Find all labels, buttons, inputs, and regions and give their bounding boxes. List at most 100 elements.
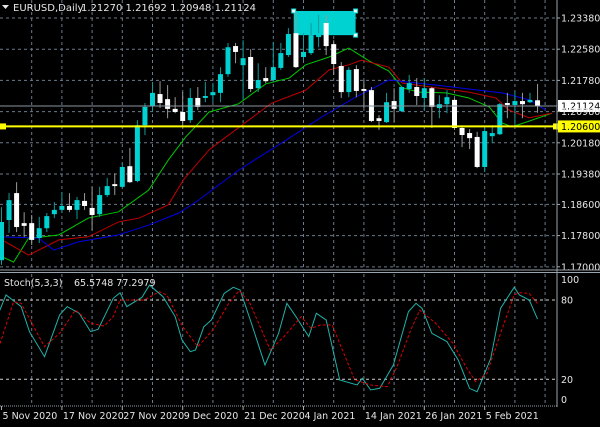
stochastic-window: [0, 284, 557, 393]
bull-candle: [497, 103, 503, 135]
trading-chart[interactable]: 1.211241.20600 1.23380 1.22580 1.21780 1.20…: [0, 0, 600, 427]
candle-body: [376, 118, 382, 121]
time-tick-label: 27 Nov 2020: [123, 411, 184, 422]
candle-body: [519, 101, 525, 105]
bull-candle: [270, 42, 276, 82]
candle-body: [157, 94, 163, 104]
bull-candle: [142, 103, 148, 135]
candle-body: [36, 228, 42, 238]
symbol-timeframe: EURUSD,Daily: [13, 3, 84, 14]
price-tick-label: 1.18600: [561, 200, 600, 211]
bear-candle: [14, 182, 20, 233]
candle-body: [384, 102, 390, 123]
bull-candle: [202, 81, 208, 103]
candle-body: [14, 193, 20, 228]
candle-body: [421, 88, 427, 98]
candle-body: [0, 221, 4, 261]
candle-body: [233, 46, 239, 52]
candle-body: [127, 166, 133, 183]
bear-candle: [429, 87, 435, 128]
triangle-down-icon[interactable]: [2, 5, 9, 9]
candle-body: [361, 88, 367, 91]
candle-body: [51, 209, 57, 215]
time-tick-label: 9 Dec 2020: [184, 411, 239, 422]
bear-candle: [195, 87, 201, 111]
bull-candle: [97, 186, 103, 217]
bull-candle: [384, 92, 390, 123]
candle-body: [142, 106, 148, 126]
time-tick-label: 4 Jan 2021: [305, 411, 356, 422]
candle-body: [489, 133, 495, 137]
candle-body: [187, 97, 193, 121]
horizontal-lines: 1.211241.20600: [0, 99, 600, 133]
stochastic-tick-label: 100: [561, 275, 579, 286]
bear-candle: [112, 173, 118, 196]
bull-candle: [255, 63, 261, 93]
bear-candle: [172, 97, 178, 114]
bull-candle: [210, 83, 216, 103]
bull-candle: [225, 42, 231, 77]
candle-body: [414, 87, 420, 96]
price-tick-label: 1.20180: [561, 138, 600, 149]
candle-body: [474, 136, 480, 167]
bear-candle: [66, 193, 72, 213]
candle-body: [391, 101, 397, 109]
stochastic-tick-label: 80: [561, 295, 573, 306]
bear-candle: [459, 125, 465, 148]
candle-body: [248, 57, 254, 89]
candle-body: [331, 44, 337, 65]
stochastic-signal-line: [0, 289, 538, 388]
bull-candle: [0, 207, 4, 265]
candle-body: [270, 67, 276, 81]
bear-candle: [467, 129, 473, 150]
candle-body: [150, 92, 155, 107]
candle-body: [29, 223, 35, 240]
candle-body: [112, 184, 118, 187]
candle-body: [44, 216, 50, 229]
candle-body: [255, 80, 261, 89]
bear-candle: [233, 42, 239, 64]
bull-candle: [104, 177, 110, 198]
horizontal-line-handle[interactable]: [0, 123, 6, 130]
bull-candle: [489, 125, 495, 144]
time-tick-label: 5 Feb 2021: [486, 411, 539, 422]
candle-body: [452, 99, 457, 128]
price-tick-label: 1.22580: [561, 45, 600, 56]
candle-body: [97, 195, 103, 215]
rectangle-handle[interactable]: [291, 8, 297, 14]
bull-candle: [44, 213, 50, 233]
bear-candle: [331, 40, 337, 75]
candle-body: [225, 47, 231, 75]
rectangle-handle[interactable]: [353, 8, 359, 14]
bull-candle: [285, 28, 291, 57]
price-tick-label: 1.17800: [561, 231, 600, 242]
bear-candle: [127, 147, 133, 183]
candle-body: [6, 200, 12, 221]
candle-body: [535, 100, 541, 107]
bear-candle: [452, 97, 457, 130]
candle-body: [134, 125, 140, 182]
chart-header: EURUSD,Daily 1.21270 1.21692 1.20948 1.2…: [2, 3, 256, 14]
candle-body: [66, 205, 72, 210]
time-tick-label: 26 Jan 2021: [425, 411, 482, 422]
bear-candle: [248, 49, 254, 93]
bull-candle: [301, 33, 306, 61]
candle-body: [467, 133, 473, 139]
ohlc-values: 1.21270 1.21692 1.20948 1.21124: [81, 3, 256, 14]
candle-body: [202, 96, 208, 98]
stochastic-main-line: [0, 284, 539, 393]
candle-body: [278, 53, 284, 68]
bull-candle: [512, 92, 518, 128]
rectangle-handle[interactable]: [353, 32, 359, 38]
candle-body: [497, 104, 503, 135]
bull-candle: [278, 42, 284, 70]
price-tick-label: 1.19380: [561, 170, 600, 181]
bull-candle: [527, 92, 533, 104]
bear-candle: [82, 193, 88, 210]
stochastic-tick-label: 20: [561, 375, 573, 386]
candle-body: [59, 205, 65, 210]
stochastic-values: 65.5748 77.2979: [74, 278, 156, 289]
candle-body: [21, 223, 27, 226]
time-tick-label: 17 Nov 2020: [63, 411, 124, 422]
candle-body: [323, 23, 329, 47]
